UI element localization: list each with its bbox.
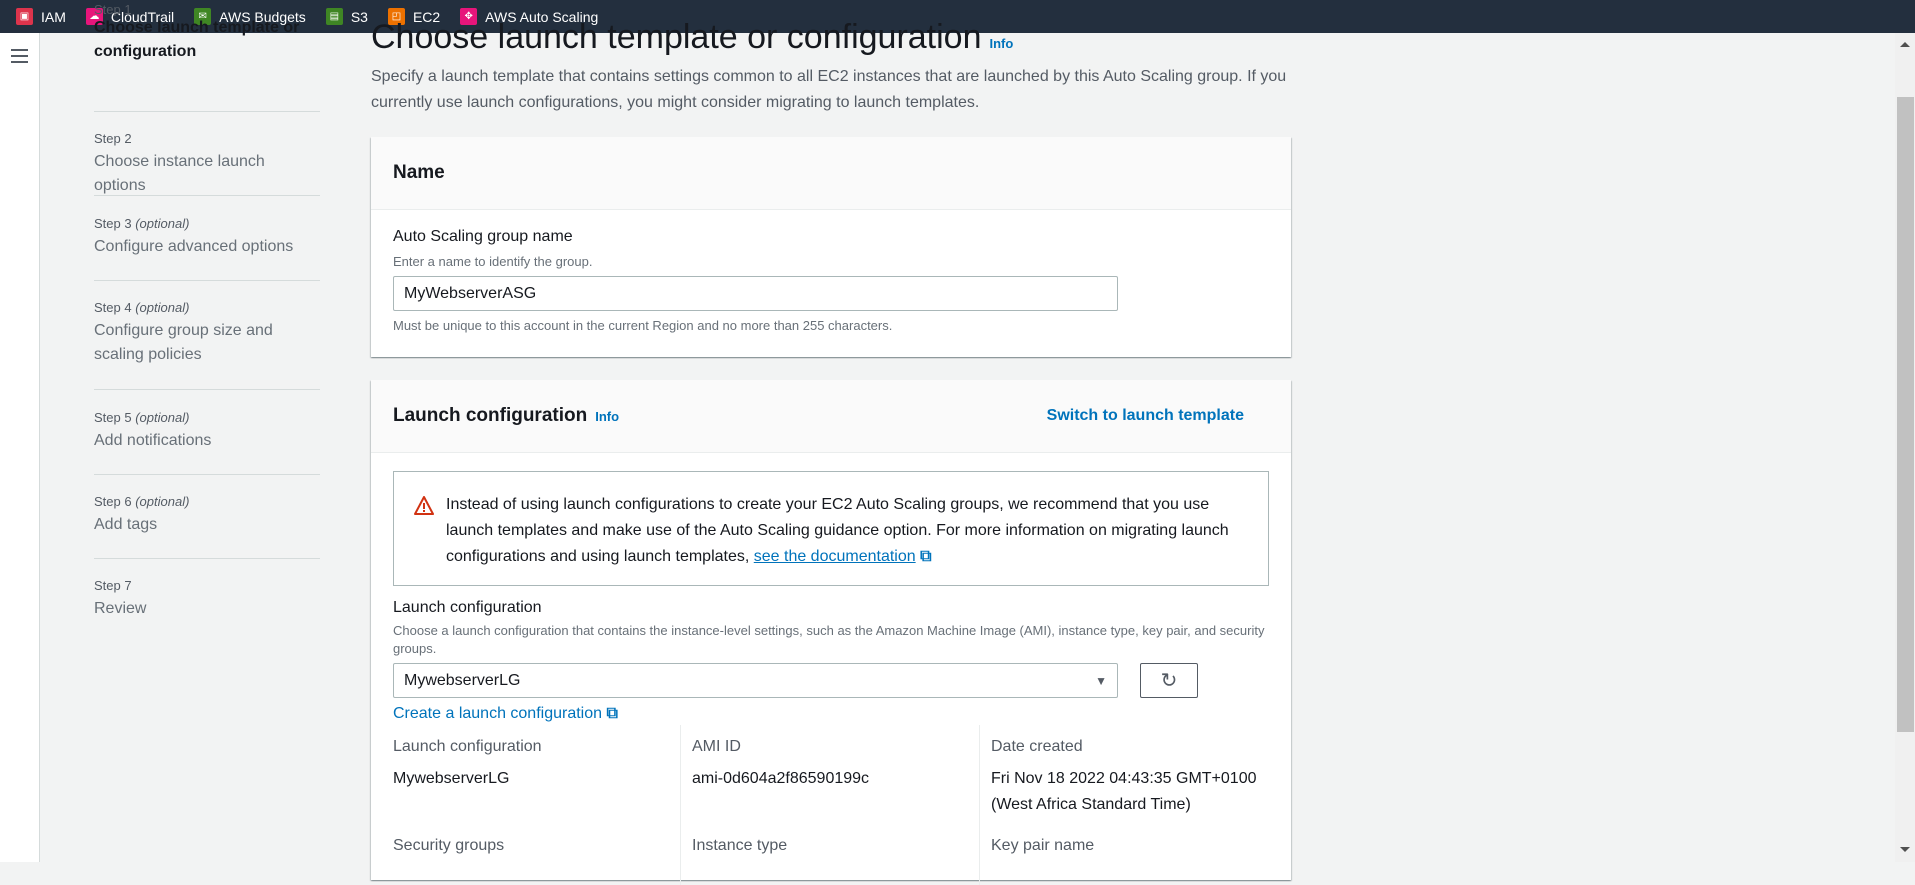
step-5[interactable]: Step 5 (optional) Add notifications (94, 410, 320, 453)
external-link-icon: ⧉ (602, 705, 618, 722)
divider (94, 195, 320, 196)
step-number: Step 6 (94, 494, 132, 509)
scroll-down-icon[interactable] (1900, 847, 1910, 852)
detail-key: Launch configuration (393, 738, 542, 755)
step-title: Choose instance launch options (94, 153, 265, 194)
step-number: Step 5 (94, 410, 132, 425)
create-launch-configuration-link[interactable]: Create a launch configuration ⧉ (393, 705, 618, 723)
input-value: MyWebserverASG (404, 284, 537, 302)
column-divider (979, 725, 980, 885)
link-text: Create a launch configuration (393, 705, 603, 722)
favorite-label: S3 (350, 8, 368, 25)
divider (94, 111, 320, 112)
field-hint: Choose a launch configuration that conta… (393, 623, 1265, 656)
detail-instance-type: Instance type (692, 837, 787, 855)
divider (94, 280, 320, 281)
card-header: Name (371, 137, 1291, 210)
detail-key: AMI ID (692, 738, 741, 755)
name-card: Name Auto Scaling group name Enter a nam… (371, 137, 1291, 357)
switch-to-launch-template-link[interactable]: Switch to launch template (1047, 407, 1244, 425)
detail-key: Security groups (393, 837, 505, 854)
step-title: Configure advanced options (94, 238, 294, 255)
divider (94, 558, 320, 559)
documentation-link[interactable]: see the documentation (754, 548, 916, 565)
step-number: Step 1 (94, 2, 132, 16)
refresh-icon: ↻ (1160, 670, 1178, 692)
detail-key: Instance type (692, 837, 788, 854)
side-navigation (0, 33, 40, 862)
step-number: Step 7 (94, 578, 132, 593)
step-number: Step 2 (94, 131, 132, 146)
warning-alert: Instead of using launch configurations t… (393, 471, 1269, 586)
column-divider (680, 725, 681, 885)
vertical-scrollbar[interactable] (1895, 33, 1915, 862)
optional-label: (optional) (135, 216, 190, 231)
external-link-icon: ⧉ (920, 548, 932, 565)
info-link[interactable]: Info (595, 409, 619, 424)
card-title: Launch configuration (393, 405, 588, 426)
select-value: MywebserverLG (404, 671, 521, 689)
divider (94, 474, 320, 475)
scrollbar-thumb[interactable] (1897, 97, 1914, 732)
detail-value: Fri Nov 18 2022 04:43:35 GMT+0100 (West … (991, 770, 1257, 813)
asg-name-input[interactable]: MyWebserverASG (393, 276, 1118, 311)
step-title: Choose launch template or configuration (94, 19, 300, 60)
scroll-up-icon[interactable] (1900, 42, 1910, 47)
field-constraint: Must be unique to this account in the cu… (393, 318, 893, 333)
launch-configuration-select[interactable]: MywebserverLG ▼ (393, 663, 1118, 698)
favorite-label: IAM (41, 8, 66, 25)
s3-icon: ▤ (325, 8, 343, 25)
caret-down-icon: ▼ (1095, 673, 1107, 688)
detail-value: MywebserverLG (393, 770, 510, 787)
menu-icon[interactable] (11, 49, 28, 63)
detail-launch-configuration: Launch configuration MywebserverLG (393, 738, 542, 792)
step-6[interactable]: Step 6 (optional) Add tags (94, 494, 320, 537)
iam-icon: ▣ (16, 8, 33, 25)
field-label: Launch configuration (393, 599, 542, 616)
step-2[interactable]: Step 2 Choose instance launch options (94, 131, 320, 198)
detail-value: ami-0d604a2f86590199c (692, 770, 870, 787)
page-description: Specify a launch template that contains … (371, 68, 1287, 111)
field-hint: Enter a name to identify the group. (393, 254, 593, 269)
divider (94, 389, 320, 390)
info-link[interactable]: Info (990, 36, 1014, 51)
card-header: Launch configuration Info Switch to launc… (371, 380, 1291, 453)
detail-key: Date created (991, 738, 1083, 755)
step-1: Step 1 Choose launch template or configu… (94, 2, 320, 64)
optional-label: (optional) (135, 410, 190, 425)
step-number: Step 3 (94, 216, 132, 231)
favorite-iam[interactable]: ▣ IAM (16, 8, 66, 25)
detail-ami-id: AMI ID ami-0d604a2f86590199c (692, 738, 869, 792)
step-title: Configure group size and scaling policie… (94, 322, 273, 363)
refresh-button[interactable]: ↻ (1140, 663, 1198, 698)
launch-configuration-card: Launch configuration Info Switch to launc… (371, 380, 1291, 885)
step-3[interactable]: Step 3 (optional) Configure advanced opti… (94, 216, 320, 259)
step-4[interactable]: Step 4 (optional) Configure group size an… (94, 300, 320, 367)
field-label: Auto Scaling group name (393, 228, 573, 245)
optional-label: (optional) (135, 300, 190, 315)
step-title: Review (94, 600, 147, 617)
page-title-text: Choose launch template or configuration (371, 18, 982, 56)
detail-security-groups: Security groups (393, 837, 504, 855)
detail-key-pair-name: Key pair name (991, 837, 1094, 855)
optional-label: (optional) (135, 494, 190, 509)
detail-date-created: Date created Fri Nov 18 2022 04:43:35 GMT… (991, 738, 1276, 818)
step-7[interactable]: Step 7 Review (94, 578, 320, 621)
favorite-s3[interactable]: ▤ S3 (325, 8, 368, 25)
step-number: Step 4 (94, 300, 132, 315)
step-title: Add tags (94, 516, 158, 533)
detail-key: Key pair name (991, 837, 1095, 854)
page-title: Choose launch template or configuration I… (371, 18, 1013, 57)
warning-icon (414, 496, 434, 515)
step-title: Add notifications (94, 432, 212, 449)
